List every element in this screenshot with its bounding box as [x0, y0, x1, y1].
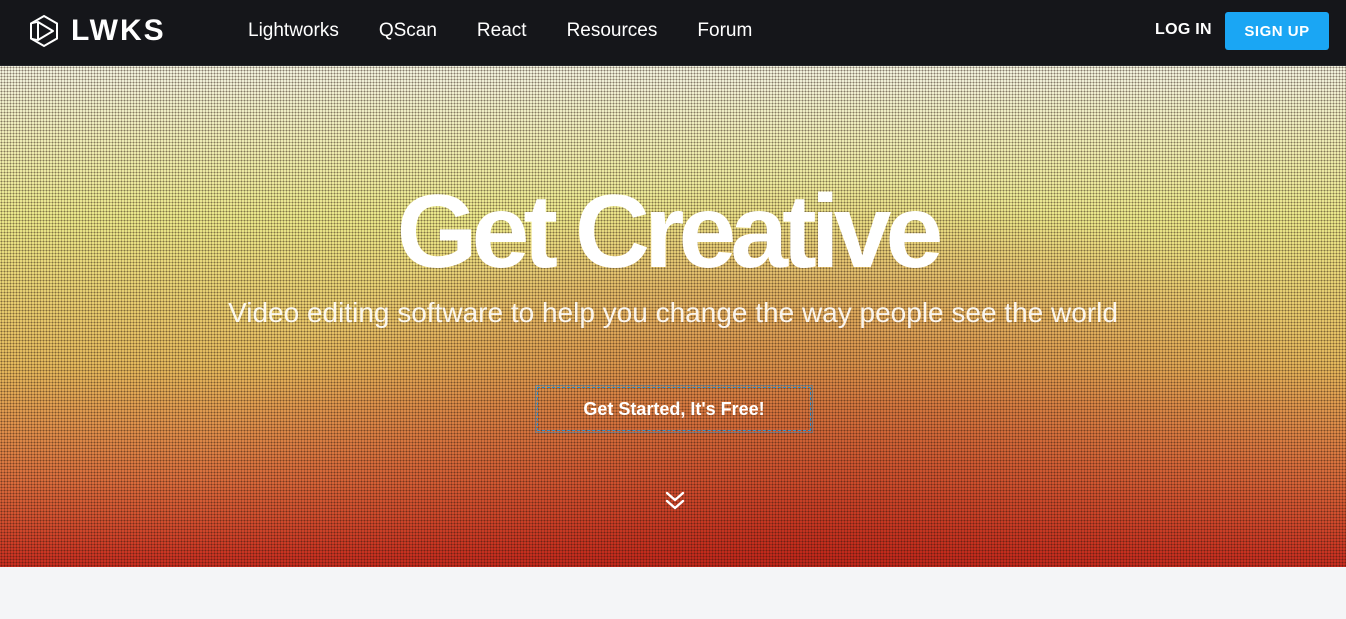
lwks-logo[interactable]: LWKS — [27, 14, 166, 48]
nav-item-resources[interactable]: Resources — [567, 20, 658, 42]
hero-banner: Get Creative Video editing software to h… — [0, 66, 1346, 567]
content-section — [0, 567, 1346, 619]
brand-name: LWKS — [71, 14, 166, 47]
nav-item-qscan[interactable]: QScan — [379, 20, 437, 42]
nav-item-forum[interactable]: Forum — [697, 20, 752, 42]
signup-button[interactable]: SIGN UP — [1225, 12, 1329, 50]
login-link[interactable]: LOG IN — [1155, 21, 1212, 39]
top-navbar: LWKS Lightworks QScan React Resources Fo… — [0, 0, 1346, 66]
main-nav: Lightworks QScan React Resources Forum — [248, 0, 792, 62]
get-started-button[interactable]: Get Started, It's Free! — [535, 385, 813, 433]
nav-item-lightworks[interactable]: Lightworks — [248, 20, 339, 42]
hero-subtitle: Video editing software to help you chang… — [228, 297, 1118, 328]
double-chevron-down-icon[interactable] — [664, 490, 686, 512]
lwks-logo-icon — [30, 14, 58, 48]
hero-title: Get Creative — [396, 174, 944, 290]
nav-item-react[interactable]: React — [477, 20, 527, 42]
